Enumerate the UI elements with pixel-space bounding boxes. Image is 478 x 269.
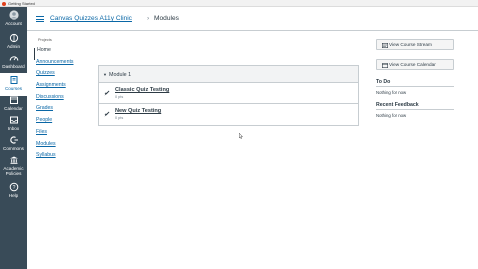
app-icon <box>2 1 6 6</box>
academic-policies-icon <box>9 156 18 164</box>
global-nav-calendar[interactable]: Calendar <box>0 95 27 111</box>
breadcrumb-current: Modules <box>154 15 179 22</box>
course-nav-files[interactable]: Files <box>34 129 90 142</box>
calendar-icon <box>9 96 18 104</box>
stream-icon <box>382 42 388 48</box>
course-nav-subtitle: Projects <box>38 38 52 42</box>
global-nav-academic-policies[interactable]: Academic Policies <box>0 155 27 176</box>
global-nav-commons[interactable]: Commons <box>0 135 27 151</box>
commons-icon <box>9 136 18 144</box>
todo-empty-text: Nothing for now <box>376 90 407 95</box>
module-container: ▼ Module 1 Classic Quiz Testing 0 pts New… <box>98 65 359 126</box>
admin-icon <box>9 33 18 43</box>
global-nav-admin[interactable]: Admin <box>0 33 27 49</box>
view-course-calendar-label: View Course Calendar <box>389 62 436 67</box>
collapse-caret-icon[interactable]: ▼ <box>103 66 107 83</box>
module-item-points: 0 pts <box>115 116 124 120</box>
course-nav-home[interactable]: Home <box>34 47 90 60</box>
right-sidebar: View Course Stream View Course Calendar … <box>376 39 454 125</box>
course-header: Canvas Quizzes A11y Clinic › Modules <box>27 7 478 31</box>
dashboard-icon <box>9 56 18 61</box>
global-nav-account[interactable]: Account <box>0 10 27 26</box>
window-title: Getting Started <box>8 1 35 6</box>
breadcrumb-course-link[interactable]: Canvas Quizzes A11y Clinic <box>50 15 132 22</box>
view-course-stream-label: View Course Stream <box>389 42 432 47</box>
module-item-title[interactable]: New Quiz Testing <box>115 108 161 114</box>
courses-icon <box>10 76 17 84</box>
module-header[interactable]: ▼ Module 1 <box>99 66 358 83</box>
course-nav-assignments[interactable]: Assignments <box>34 83 90 95</box>
global-nav-help[interactable]: ? Help <box>0 182 27 198</box>
course-navigation: Projects Home Announcements Quizzes Assi… <box>34 38 90 165</box>
rocket-icon <box>104 111 110 117</box>
global-navigation: Account Admin Dashboard Courses Calendar… <box>0 7 27 269</box>
module-item-title[interactable]: Classic Quiz Testing <box>115 87 169 93</box>
calendar-icon <box>382 62 388 68</box>
mouse-cursor-icon <box>239 133 243 139</box>
module-item: Classic Quiz Testing 0 pts <box>99 83 358 104</box>
svg-text:?: ? <box>12 185 15 191</box>
account-icon <box>8 10 19 20</box>
help-icon: ? <box>9 182 18 192</box>
breadcrumb-separator: › <box>147 15 150 22</box>
module-item-points: 0 pts <box>115 95 124 99</box>
module-item: New Quiz Testing 0 pts <box>99 104 358 125</box>
global-nav-inbox[interactable]: Inbox <box>0 115 27 131</box>
global-nav-dashboard[interactable]: Dashboard <box>0 53 27 69</box>
todo-heading: To Do <box>376 79 454 87</box>
course-menu-toggle-icon[interactable] <box>36 16 44 22</box>
recent-feedback-empty-text: Nothing for now <box>376 113 407 118</box>
inbox-icon <box>9 116 18 124</box>
view-course-calendar-button[interactable]: View Course Calendar <box>376 59 454 70</box>
course-nav-syllabus[interactable]: Syllabus <box>34 153 90 165</box>
recent-feedback-heading: Recent Feedback <box>376 102 454 110</box>
window-title-bar: Getting Started <box>0 0 478 7</box>
view-course-stream-button[interactable]: View Course Stream <box>376 39 454 50</box>
rocket-icon <box>104 90 110 96</box>
module-name: Module 1 <box>108 72 132 78</box>
global-nav-courses[interactable]: Courses <box>0 73 27 96</box>
